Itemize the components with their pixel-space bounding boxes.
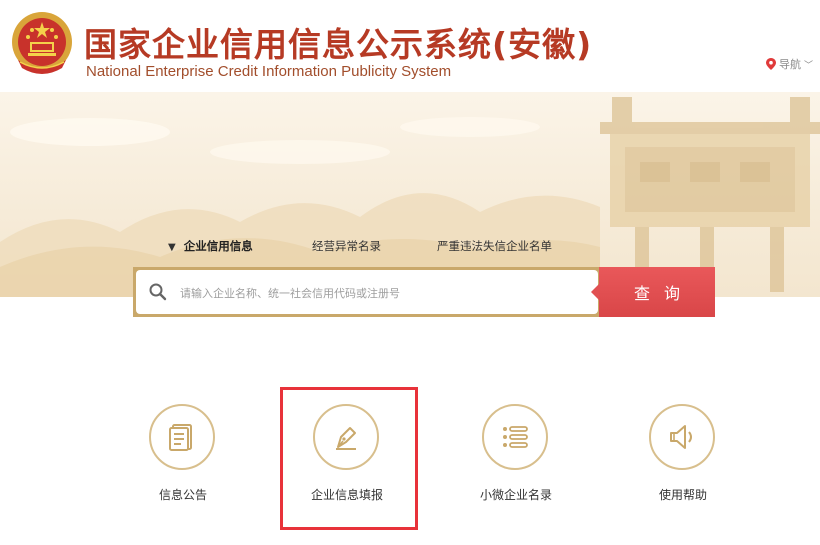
tab-enterprise-credit[interactable]: ▼ 企业信用信息 bbox=[168, 238, 253, 254]
tab-serious-violations[interactable]: 严重违法失信企业名单 bbox=[437, 238, 552, 254]
search-icon bbox=[149, 283, 167, 301]
search-bar: 查询 bbox=[133, 267, 715, 317]
site-subtitle: National Enterprise Credit Information P… bbox=[86, 63, 452, 80]
feature-label: 使用帮助 bbox=[658, 488, 707, 502]
search-button[interactable]: 查询 bbox=[591, 267, 715, 317]
search-box bbox=[133, 267, 601, 317]
feature-label: 小微企业名录 bbox=[479, 488, 552, 502]
feature-small-enterprises[interactable]: 小微企业名录 bbox=[441, 404, 591, 514]
highlight-box bbox=[280, 387, 418, 530]
speaker-icon bbox=[649, 404, 715, 470]
search-input[interactable] bbox=[178, 280, 582, 306]
tab-abnormal-operations[interactable]: 经营异常名录 bbox=[312, 238, 381, 254]
feature-help[interactable]: 使用帮助 bbox=[608, 404, 758, 514]
national-emblem-icon bbox=[10, 10, 74, 78]
list-icon bbox=[482, 404, 548, 470]
tab-label: 企业信用信息 bbox=[183, 239, 253, 253]
feature-announcements[interactable]: 信息公告 bbox=[108, 404, 258, 514]
search-inner bbox=[136, 270, 598, 314]
active-marker-icon: ▼ bbox=[168, 242, 176, 253]
document-icon bbox=[149, 404, 215, 470]
location-pin-icon bbox=[766, 58, 776, 70]
nav-label: 导航 bbox=[779, 58, 801, 71]
site-header: 国家企业信用信息公示系统(安徽) National Enterprise Cre… bbox=[0, 0, 820, 92]
site-title: 国家企业信用信息公示系统(安徽) bbox=[84, 25, 593, 64]
search-tabs: ▼ 企业信用信息 经营异常名录 严重违法失信企业名单 bbox=[0, 238, 820, 258]
feature-label: 信息公告 bbox=[158, 488, 207, 502]
nav-menu-link[interactable]: 导航 ﹀ bbox=[766, 56, 813, 72]
chevron-down-icon: ﹀ bbox=[804, 60, 814, 71]
